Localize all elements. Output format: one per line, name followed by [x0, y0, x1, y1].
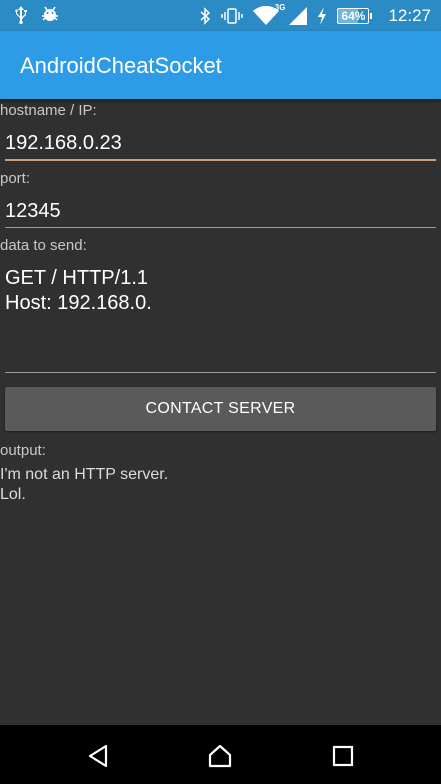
status-bar: 3G 64% 12:27 — [0, 0, 441, 31]
data-to-send-label: data to send: — [0, 237, 87, 254]
home-icon[interactable] — [206, 742, 234, 770]
battery-percent: 64% — [341, 9, 366, 23]
usb-icon — [14, 6, 28, 24]
data-to-send-underline — [5, 372, 436, 373]
battery-icon: 64% — [337, 8, 373, 24]
port-underline — [5, 227, 436, 228]
status-clock: 12:27 — [388, 6, 431, 25]
main-content: hostname / IP: 192.168.0.23 port: 12345 … — [0, 99, 441, 725]
charging-icon — [317, 7, 327, 25]
vibrate-icon — [221, 7, 244, 25]
hostname-underline — [5, 159, 436, 161]
network-type-label: 3G — [274, 3, 286, 12]
back-icon[interactable] — [84, 742, 112, 770]
port-input[interactable]: 12345 — [5, 200, 436, 223]
output-label: output: — [0, 442, 46, 459]
port-label: port: — [0, 170, 31, 187]
output-text: I'm not an HTTP server. Lol. — [0, 466, 169, 503]
hostname-input[interactable]: 192.168.0.23 — [5, 132, 436, 155]
contact-server-button[interactable]: CONTACT SERVER — [5, 387, 436, 431]
android-debug-icon — [42, 6, 58, 24]
bluetooth-icon — [199, 7, 211, 25]
app-title: AndroidCheatSocket — [20, 53, 222, 78]
data-to-send-input[interactable]: GET / HTTP/1.1 Host: 192.168.0. — [5, 266, 436, 316]
app-bar: AndroidCheatSocket — [0, 31, 441, 99]
hostname-label: hostname / IP: — [0, 102, 97, 119]
cell-signal-icon — [289, 7, 308, 25]
navigation-bar — [0, 725, 441, 784]
recents-icon[interactable] — [329, 742, 357, 770]
wifi-icon: 3G — [253, 3, 285, 26]
